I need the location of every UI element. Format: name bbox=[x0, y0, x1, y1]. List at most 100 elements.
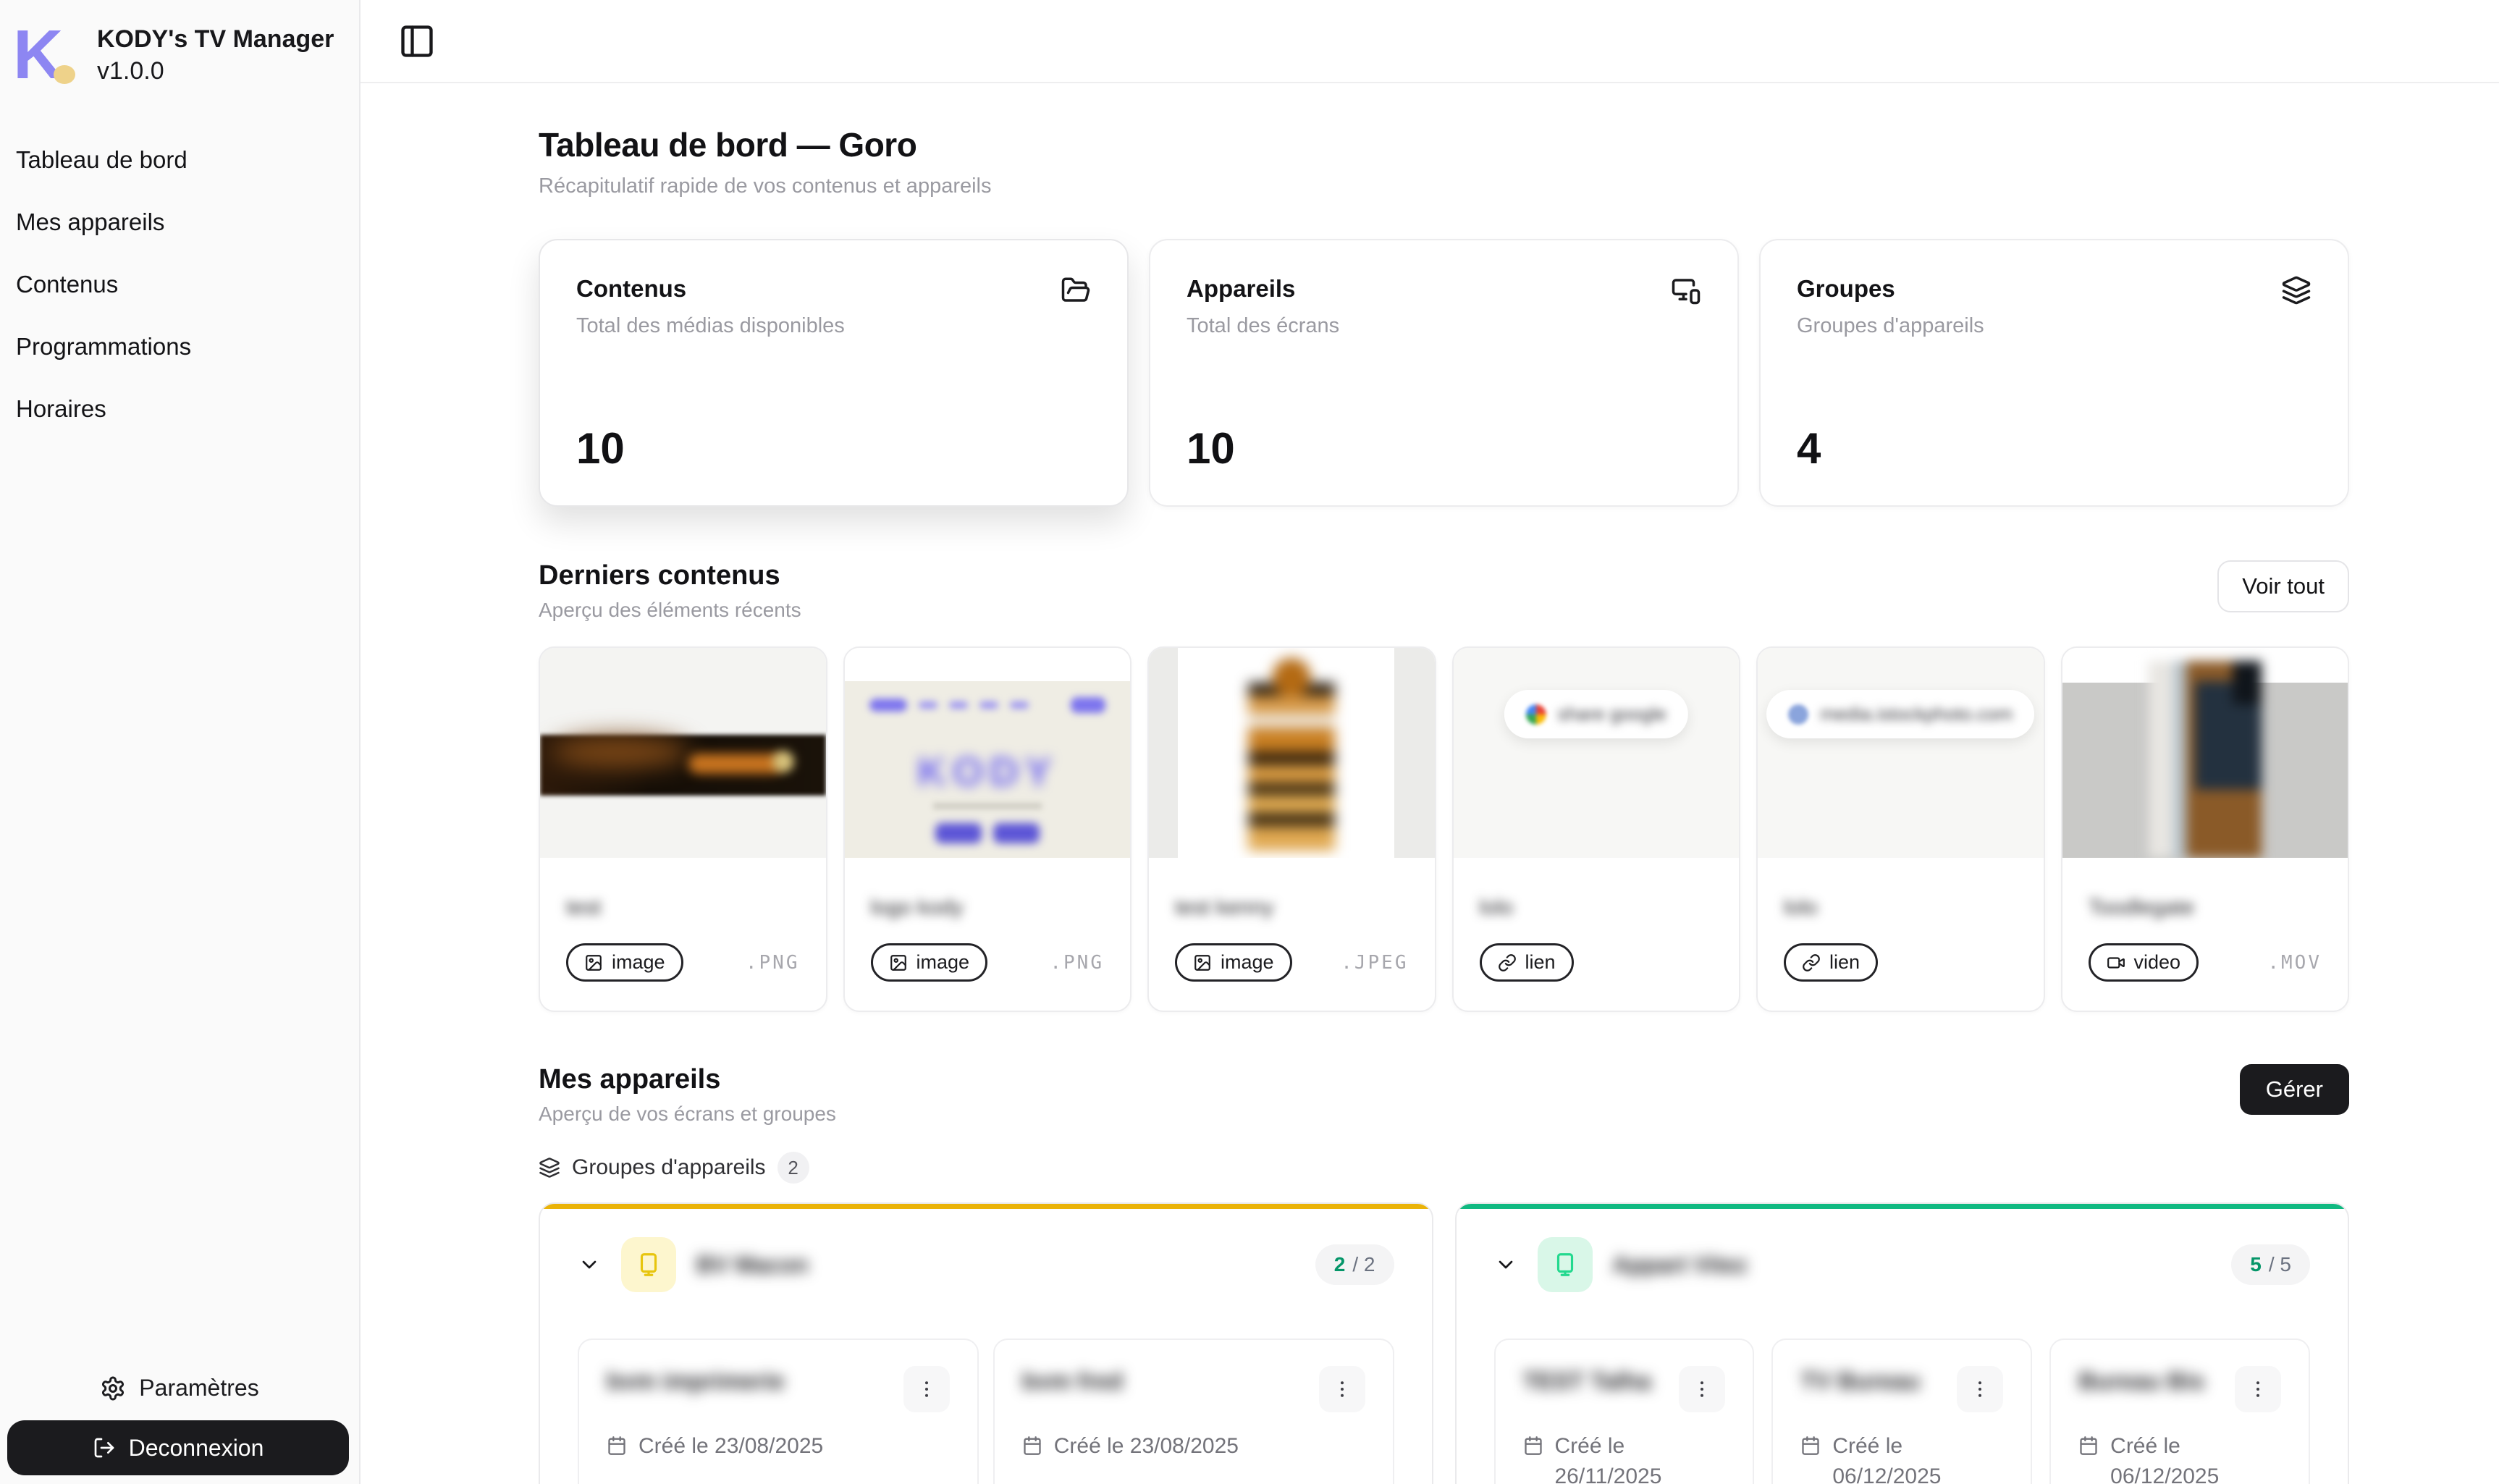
media-card[interactable]: Toodlegate video .MOV bbox=[2061, 646, 2350, 1012]
chevron-down-icon[interactable] bbox=[578, 1253, 601, 1276]
media-title: lolo bbox=[1784, 895, 2018, 920]
favicon bbox=[1788, 704, 1808, 725]
recent-title: Derniers contenus bbox=[539, 560, 801, 591]
media-card[interactable]: test image .PNG bbox=[539, 646, 827, 1012]
stat-card-appareils[interactable]: Appareils Total des écrans 10 bbox=[1149, 239, 1739, 507]
gear-icon bbox=[100, 1375, 126, 1401]
device-card[interactable]: bvm fred Créé le 23/08/2025 bbox=[993, 1338, 1394, 1484]
manage-button[interactable]: Gérer bbox=[2240, 1064, 2349, 1115]
main-area: Tableau de bord — Goro Récapitulatif rap… bbox=[361, 0, 2499, 1484]
device-name: Bureau Bis bbox=[2078, 1366, 2204, 1397]
stat-value: 4 bbox=[1797, 423, 2312, 473]
devices-section: Mes appareils Aperçu de vos écrans et gr… bbox=[539, 1064, 2349, 1484]
file-extension: .JPEG bbox=[1341, 952, 1408, 974]
type-badge: video bbox=[2089, 943, 2199, 982]
media-card[interactable]: KODY logo kody image bbox=[843, 646, 1132, 1012]
type-badge: image bbox=[871, 943, 988, 982]
media-thumbnail: share google bbox=[1454, 648, 1740, 858]
sidebar-item-tableau-de-bord[interactable]: Tableau de bord bbox=[0, 129, 359, 191]
device-card[interactable]: TEST Talha Créé le 26/11/2025 bbox=[1494, 1338, 1755, 1484]
devices-subtitle: Aperçu de vos écrans et groupes bbox=[539, 1103, 836, 1126]
type-badge: image bbox=[1175, 943, 1292, 982]
layers-icon bbox=[539, 1157, 560, 1179]
device-name: TEST Talha bbox=[1523, 1366, 1651, 1397]
logout-label: Deconnexion bbox=[129, 1435, 264, 1462]
device-card[interactable]: TV Bureau Créé le 06/12/2025 bbox=[1771, 1338, 2032, 1484]
devices-title: Mes appareils bbox=[539, 1064, 836, 1095]
media-card[interactable]: test kenny image .JPEG bbox=[1147, 646, 1436, 1012]
device-name: TV Bureau bbox=[1800, 1366, 1920, 1397]
app-version: v1.0.0 bbox=[97, 55, 334, 87]
video-icon bbox=[2107, 953, 2125, 972]
device-menu-button[interactable] bbox=[1957, 1366, 2003, 1412]
device-created: Créé le 06/12/2025 bbox=[1832, 1431, 2003, 1484]
view-all-button[interactable]: Voir tout bbox=[2217, 560, 2349, 612]
device-menu-button[interactable] bbox=[1679, 1366, 1725, 1412]
stat-subtitle: Total des écrans bbox=[1187, 314, 1701, 338]
stat-card-contenus[interactable]: Contenus Total des médias disponibles 10 bbox=[539, 239, 1129, 507]
type-badge: lien bbox=[1480, 943, 1574, 982]
link-preview-pill: share google bbox=[1504, 690, 1688, 738]
ellipsis-vertical-icon bbox=[1331, 1378, 1353, 1400]
chevron-down-icon[interactable] bbox=[1494, 1253, 1517, 1276]
stat-subtitle: Groupes d'appareils bbox=[1797, 314, 2312, 338]
groups-count-badge: 2 bbox=[777, 1152, 809, 1184]
monitor-icon bbox=[1538, 1237, 1593, 1292]
settings-label: Paramètres bbox=[139, 1375, 258, 1401]
group-name: BV Macon bbox=[696, 1252, 809, 1278]
device-card[interactable]: Bureau Bis Créé le 06/12/2025 bbox=[2049, 1338, 2310, 1484]
monitor-icon bbox=[621, 1237, 676, 1292]
kody-logo-icon: K bbox=[13, 20, 83, 90]
group-online-ratio: 2 / 2 bbox=[1315, 1244, 1394, 1285]
ellipsis-vertical-icon bbox=[1969, 1378, 1991, 1400]
sidebar-toggle-button[interactable] bbox=[394, 18, 440, 64]
ellipsis-vertical-icon bbox=[2247, 1378, 2269, 1400]
device-menu-button[interactable] bbox=[1319, 1366, 1365, 1412]
stats-row: Contenus Total des médias disponibles 10… bbox=[539, 239, 2349, 507]
stat-value: 10 bbox=[1187, 423, 1701, 473]
media-title: test kenny bbox=[1175, 895, 1409, 920]
media-card[interactable]: share google lolo lien bbox=[1452, 646, 1741, 1012]
media-thumbnail bbox=[2062, 648, 2348, 858]
device-created: Créé le 23/08/2025 bbox=[639, 1431, 823, 1462]
sidebar-item-contenus[interactable]: Contenus bbox=[0, 253, 359, 316]
group-name: Appart Vitez bbox=[1613, 1252, 1748, 1278]
stat-value: 10 bbox=[576, 423, 1091, 473]
sidebar-nav: Tableau de bord Mes appareils Contenus P… bbox=[0, 129, 359, 440]
stat-subtitle: Total des médias disponibles bbox=[576, 314, 1091, 338]
sidebar-item-mes-appareils[interactable]: Mes appareils bbox=[0, 191, 359, 253]
dashboard-content: Tableau de bord — Goro Récapitulatif rap… bbox=[361, 83, 2499, 1484]
settings-button[interactable]: Paramètres bbox=[0, 1360, 359, 1420]
stat-card-groupes[interactable]: Groupes Groupes d'appareils 4 bbox=[1759, 239, 2349, 507]
sidebar-item-programmations[interactable]: Programmations bbox=[0, 316, 359, 378]
logout-button[interactable]: Deconnexion bbox=[7, 1420, 349, 1475]
device-group-panel: BV Macon 2 / 2 bvm imprimerie bbox=[539, 1202, 1433, 1484]
image-icon bbox=[1193, 953, 1212, 972]
device-menu-button[interactable] bbox=[2235, 1366, 2281, 1412]
app-root: K KODY's TV Manager v1.0.0 Tableau de bo… bbox=[0, 0, 2499, 1484]
media-thumbnail: media.istockphoto.com bbox=[1758, 648, 2044, 858]
app-title: KODY's TV Manager bbox=[97, 23, 334, 55]
device-card[interactable]: bvm imprimerie Créé le 23/08/2025 bbox=[578, 1338, 979, 1484]
topbar bbox=[361, 0, 2499, 83]
media-thumbnail bbox=[1149, 648, 1435, 858]
device-group-panel: Appart Vitez 5 / 5 TEST Talha bbox=[1455, 1202, 2350, 1484]
ellipsis-vertical-icon bbox=[916, 1378, 937, 1400]
media-card[interactable]: media.istockphoto.com lolo lien bbox=[1756, 646, 2045, 1012]
file-extension: .MOV bbox=[2267, 952, 2322, 974]
stat-title: Contenus bbox=[576, 275, 686, 303]
sidebar-item-horaires[interactable]: Horaires bbox=[0, 378, 359, 440]
device-created: Créé le 26/11/2025 bbox=[1555, 1431, 1726, 1484]
device-name: bvm imprimerie bbox=[607, 1366, 785, 1397]
calendar-icon bbox=[1022, 1435, 1042, 1456]
type-badge: image bbox=[566, 943, 683, 982]
media-thumbnail bbox=[540, 648, 826, 858]
media-title: logo kody bbox=[871, 895, 1105, 920]
link-icon bbox=[1802, 953, 1821, 972]
device-menu-button[interactable] bbox=[903, 1366, 950, 1412]
stat-title: Groupes bbox=[1797, 275, 1895, 303]
page-title: Tableau de bord — Goro bbox=[539, 125, 2349, 164]
calendar-icon bbox=[2078, 1435, 2099, 1456]
ellipsis-vertical-icon bbox=[1691, 1378, 1713, 1400]
stat-title: Appareils bbox=[1187, 275, 1295, 303]
